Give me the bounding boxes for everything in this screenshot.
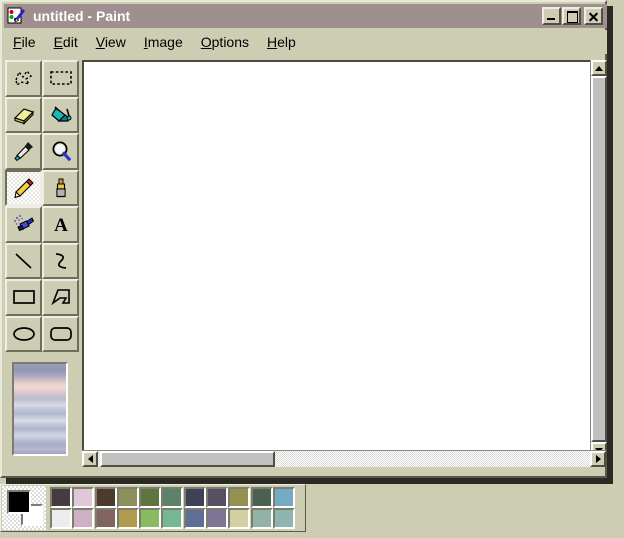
- palette-swatch[interactable]: [161, 487, 184, 508]
- tool-options-panel: [5, 358, 79, 462]
- palette-swatch[interactable]: [72, 487, 95, 508]
- horizontal-scroll-thumb[interactable]: [100, 451, 275, 467]
- menu-file[interactable]: File: [4, 32, 45, 52]
- title-bar[interactable]: untitled - Paint: [4, 4, 607, 28]
- palette-swatch[interactable]: [206, 487, 229, 508]
- scroll-right-button[interactable]: [590, 451, 606, 467]
- title-bar-buttons: [541, 7, 603, 25]
- menu-view[interactable]: View: [87, 32, 135, 52]
- minimize-icon: [547, 18, 555, 20]
- svg-text:A: A: [54, 215, 68, 234]
- maximize-button[interactable]: [562, 7, 581, 25]
- maximize-icon: [567, 11, 578, 23]
- close-button[interactable]: [584, 7, 603, 25]
- palette-swatch[interactable]: [116, 487, 139, 508]
- tool-line[interactable]: [5, 242, 42, 279]
- tool-free-form-select[interactable]: [5, 60, 42, 97]
- toolbox: A: [5, 60, 79, 352]
- tool-fill[interactable]: [42, 96, 79, 133]
- palette-swatch[interactable]: [272, 487, 295, 508]
- window-shadow-right: [607, 6, 613, 484]
- close-icon: [588, 12, 599, 22]
- tool-pencil[interactable]: [5, 169, 42, 206]
- palette-swatch[interactable]: [228, 508, 251, 529]
- chevron-left-icon: [87, 455, 93, 463]
- tool-ellipse[interactable]: [5, 315, 42, 352]
- palette-swatch[interactable]: [250, 508, 273, 529]
- tool-rectangle-select[interactable]: [42, 60, 79, 97]
- palette-swatch[interactable]: [139, 508, 162, 529]
- window-title: untitled - Paint: [33, 8, 131, 24]
- foreground-color-swatch[interactable]: [7, 490, 31, 514]
- palette-swatch[interactable]: [50, 508, 72, 529]
- tool-color-picker[interactable]: [5, 133, 42, 170]
- palette-swatch[interactable]: [50, 487, 72, 508]
- palette-swatch[interactable]: [161, 508, 184, 529]
- horizontal-scrollbar[interactable]: [82, 450, 606, 467]
- tool-polygon[interactable]: [42, 279, 79, 316]
- vertical-scroll-thumb[interactable]: [591, 76, 607, 442]
- palette-swatch[interactable]: [139, 487, 162, 508]
- chevron-up-icon: [595, 65, 603, 71]
- palette-swatch[interactable]: [272, 508, 295, 529]
- palette-swatch[interactable]: [183, 487, 206, 508]
- paint-application-window: untitled - Paint File Edit View Image Op…: [0, 0, 624, 538]
- tool-airbrush[interactable]: [5, 206, 42, 243]
- palette-swatch[interactable]: [228, 487, 251, 508]
- tool-curve[interactable]: [42, 242, 79, 279]
- menu-edit[interactable]: Edit: [45, 32, 87, 52]
- palette-swatch[interactable]: [206, 508, 229, 529]
- drawing-canvas[interactable]: [82, 60, 606, 458]
- palette-swatch[interactable]: [116, 508, 139, 529]
- foreground-background-swatch[interactable]: [2, 486, 46, 530]
- main-window: untitled - Paint File Edit View Image Op…: [0, 0, 607, 478]
- palette-swatch[interactable]: [94, 508, 117, 529]
- palette-swatch[interactable]: [72, 508, 95, 529]
- tool-brush[interactable]: [42, 169, 79, 206]
- tool-magnifier[interactable]: [42, 133, 79, 170]
- color-palette: [0, 484, 306, 532]
- menu-options[interactable]: Options: [192, 32, 258, 52]
- chevron-right-icon: [595, 455, 601, 463]
- palette-swatch[interactable]: [250, 487, 273, 508]
- palette-swatch-grid: [50, 487, 295, 529]
- palette-swatch[interactable]: [183, 508, 206, 529]
- tool-options-preview[interactable]: [12, 362, 68, 456]
- menu-image[interactable]: Image: [135, 32, 192, 52]
- paint-app-icon: [7, 7, 26, 26]
- palette-swatch[interactable]: [94, 487, 117, 508]
- canvas-surface[interactable]: [84, 62, 592, 444]
- tool-rounded-rectangle[interactable]: [42, 315, 79, 352]
- scroll-left-button[interactable]: [82, 451, 98, 467]
- scroll-up-button[interactable]: [591, 60, 607, 76]
- minimize-button[interactable]: [542, 7, 561, 25]
- tool-eraser[interactable]: [5, 96, 42, 133]
- menu-help[interactable]: Help: [258, 32, 305, 52]
- tool-rectangle[interactable]: [5, 279, 42, 316]
- tool-text[interactable]: A: [42, 206, 79, 243]
- menu-bar: File Edit View Image Options Help: [4, 30, 607, 54]
- vertical-scrollbar[interactable]: [590, 60, 607, 458]
